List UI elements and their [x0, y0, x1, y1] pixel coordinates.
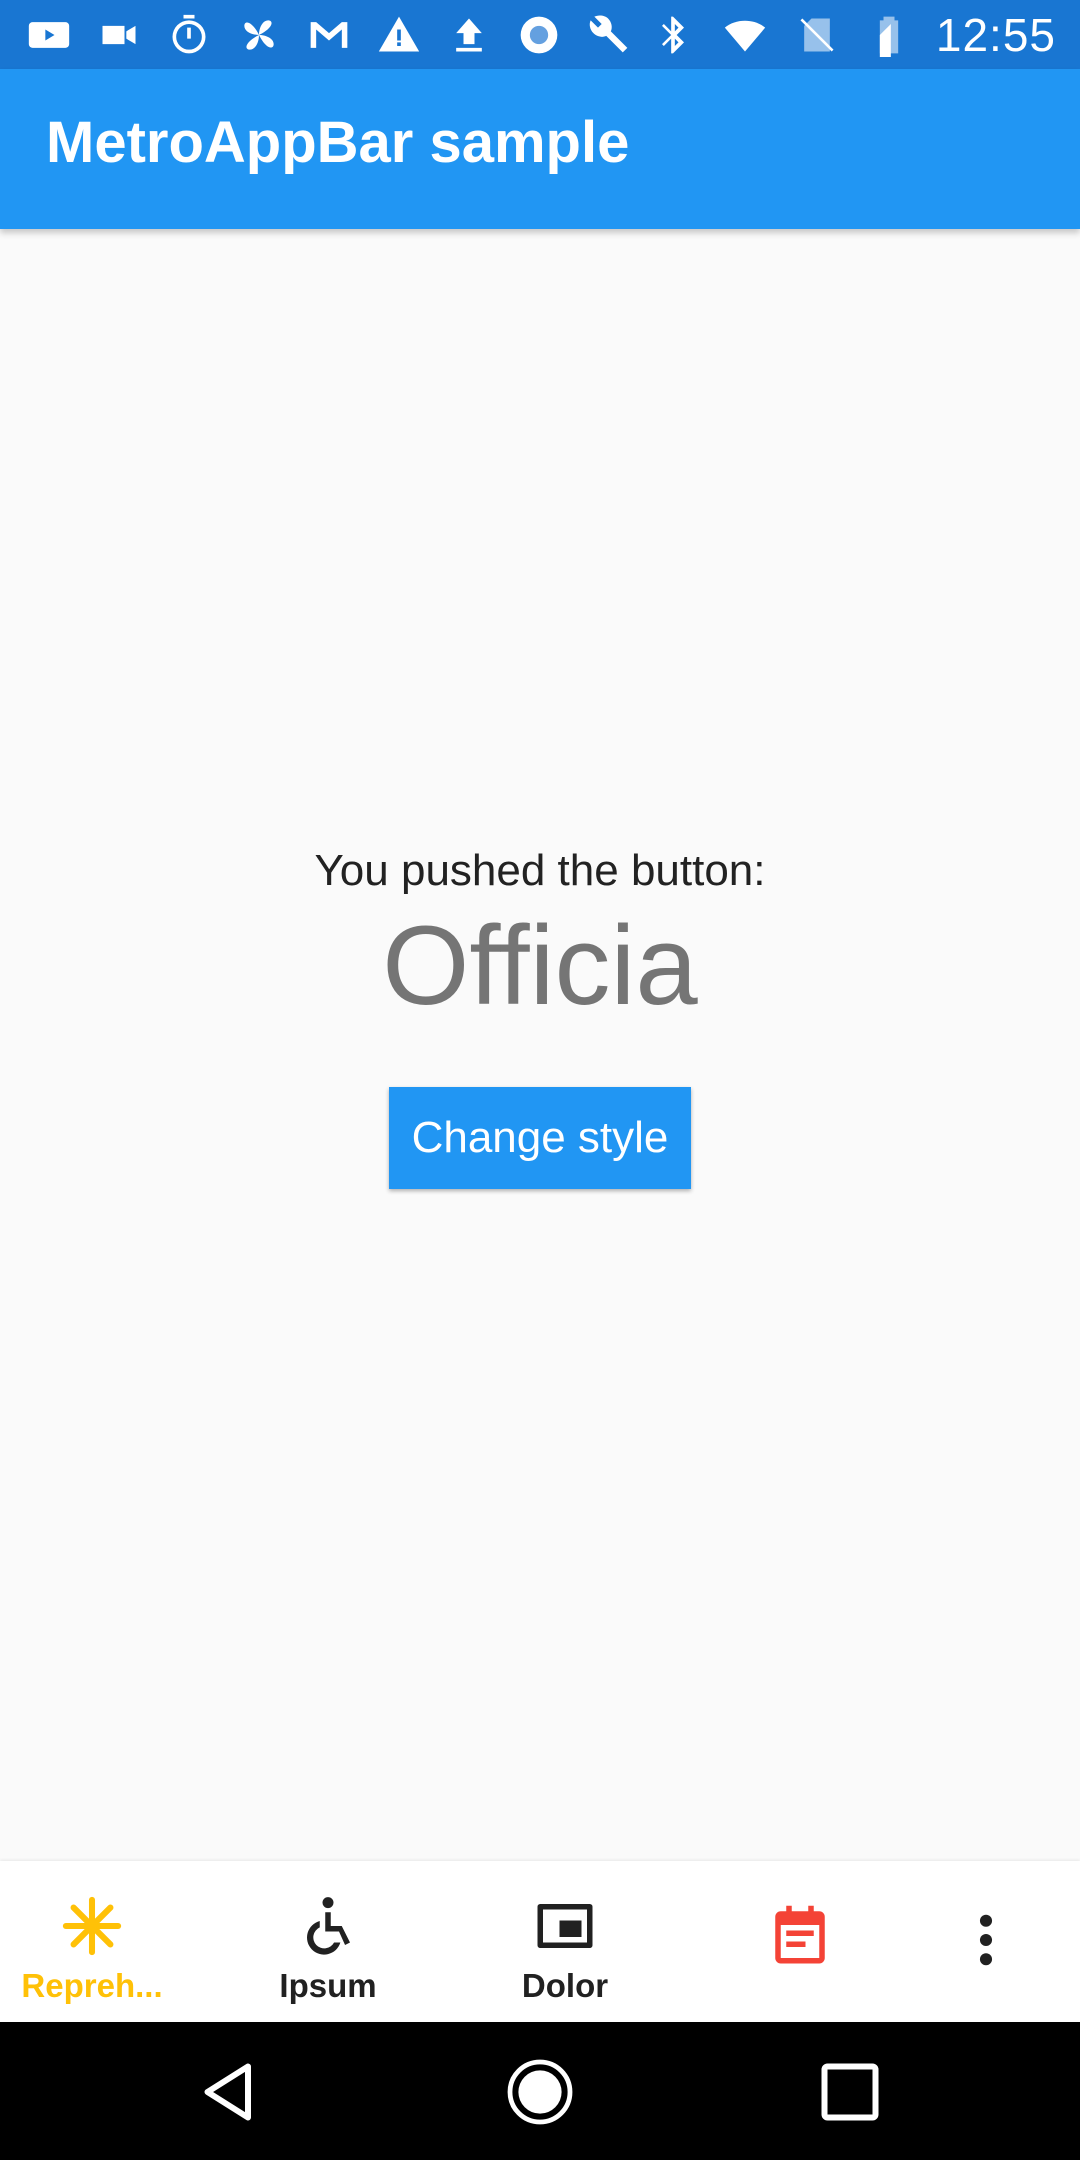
wifi-icon — [720, 10, 770, 60]
status-bar: 12:55 — [0, 0, 1080, 69]
video-camera-icon — [94, 10, 144, 60]
more-vert-icon — [979, 1914, 993, 1966]
asterisk-icon — [62, 1896, 122, 1956]
pushed-value: Officia — [382, 903, 698, 1028]
app-bar: MetroAppBar sample — [0, 69, 1080, 229]
record-icon — [514, 10, 564, 60]
no-sim-icon — [792, 10, 842, 60]
status-time: 12:55 — [935, 8, 1056, 61]
pinwheel-icon — [234, 10, 284, 60]
accessible-icon — [307, 1897, 350, 1955]
gmail-icon — [304, 10, 354, 60]
bottom-item-calendar[interactable] — [760, 1861, 840, 2022]
warning-icon — [374, 10, 424, 60]
overflow-menu-button[interactable] — [958, 1861, 1014, 2022]
youtube-icon — [24, 10, 74, 60]
bottom-item-dolor[interactable]: Dolor — [505, 1861, 625, 2022]
pushed-label: You pushed the button: — [314, 846, 766, 895]
battery-icon — [864, 10, 914, 60]
page-title: MetroAppBar sample — [46, 110, 630, 175]
upload-icon — [444, 10, 494, 60]
home-icon — [507, 2059, 573, 2125]
bottom-item-label: Ipsum — [279, 1967, 377, 2004]
recents-button[interactable] — [814, 2056, 886, 2128]
bottom-item-label: Dolor — [521, 1967, 609, 2004]
wrench-icon — [584, 10, 634, 60]
bottom-item-ipsum[interactable]: Ipsum — [268, 1861, 388, 2022]
bottom-app-bar: Repreh... Ipsum Dolor — [0, 1861, 1080, 2022]
back-button[interactable] — [194, 2056, 266, 2128]
bottom-item-label: Repreh... — [21, 1967, 163, 2004]
picture-in-picture-icon — [537, 1904, 593, 1948]
calendar-event-icon — [775, 1905, 825, 1964]
recents-icon — [821, 2063, 879, 2121]
bluetooth-icon — [648, 10, 698, 60]
bottom-item-repreh[interactable]: Repreh... — [21, 1861, 163, 2022]
home-button[interactable] — [504, 2056, 576, 2128]
back-icon — [204, 2063, 251, 2121]
main-content: You pushed the button: Officia Change st… — [0, 229, 1080, 1861]
stopwatch-icon — [164, 10, 214, 60]
system-nav-bar — [0, 2022, 1080, 2160]
change-style-button[interactable]: Change style — [389, 1087, 691, 1189]
